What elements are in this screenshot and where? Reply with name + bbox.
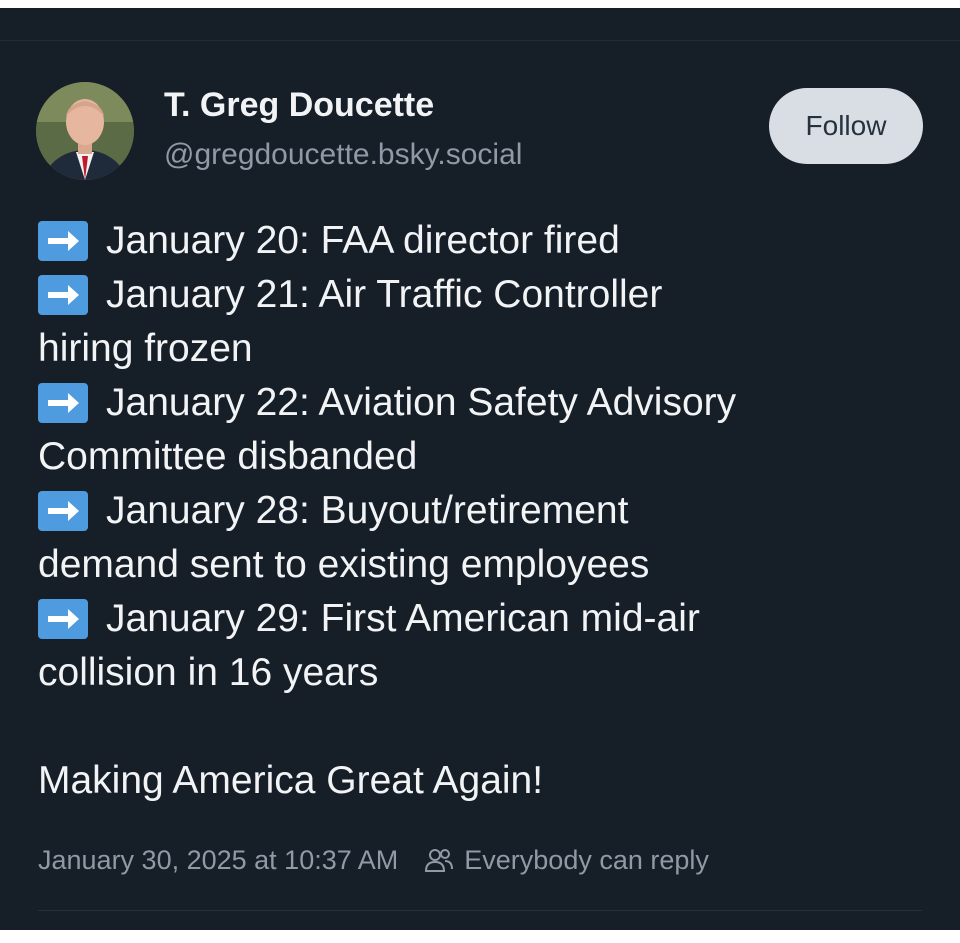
post-line: January 29: First American mid-air [38, 592, 928, 646]
post-line: January 20: FAA director fired [38, 214, 928, 268]
follow-button[interactable]: Follow [769, 88, 923, 164]
right-arrow-icon [38, 383, 88, 423]
post-line-text: hiring frozen [38, 327, 253, 370]
post-closing-text: Making America Great Again! [38, 759, 544, 802]
post-line-text: Committee disbanded [38, 435, 418, 478]
post-line-text: collision in 16 years [38, 651, 379, 694]
post-line-text: demand sent to existing employees [38, 543, 650, 586]
author-display-name[interactable]: T. Greg Doucette [164, 86, 434, 125]
post-closing: Making America Great Again! [38, 754, 928, 808]
top-divider [0, 40, 960, 41]
right-arrow-icon [38, 491, 88, 531]
post-line-text: January 29: First American mid-air [106, 597, 700, 640]
post-line-text: January 20: FAA director fired [106, 219, 620, 262]
person-avatar-icon [36, 82, 134, 180]
people-icon [424, 845, 454, 875]
post-line: January 28: Buyout/retirement [38, 484, 928, 538]
post-body: January 20: FAA director fired January 2… [38, 214, 928, 808]
reply-setting: Everybody can reply [464, 844, 709, 875]
post-line: hiring frozen [38, 322, 928, 376]
avatar[interactable] [36, 82, 134, 180]
post-line: Committee disbanded [38, 430, 928, 484]
post-card: T. Greg Doucette @gregdoucette.bsky.soci… [0, 8, 960, 930]
post-line: demand sent to existing employees [38, 538, 928, 592]
author-handle[interactable]: @gregdoucette.bsky.social [164, 138, 522, 172]
post-line-text: January 28: Buyout/retirement [106, 489, 629, 532]
post-line: collision in 16 years [38, 646, 928, 700]
right-arrow-icon [38, 275, 88, 315]
post-line: January 21: Air Traffic Controller [38, 268, 928, 322]
post-footer: January 30, 2025 at 10:37 AM Everybody c… [38, 840, 709, 880]
post-timestamp[interactable]: January 30, 2025 at 10:37 AM [38, 845, 398, 876]
post-line-text: January 22: Aviation Safety Advisory [106, 381, 737, 424]
post-line: January 22: Aviation Safety Advisory [38, 376, 928, 430]
right-arrow-icon [38, 599, 88, 639]
post-line-text: January 21: Air Traffic Controller [106, 273, 663, 316]
right-arrow-icon [38, 221, 88, 261]
bottom-divider [38, 910, 922, 911]
